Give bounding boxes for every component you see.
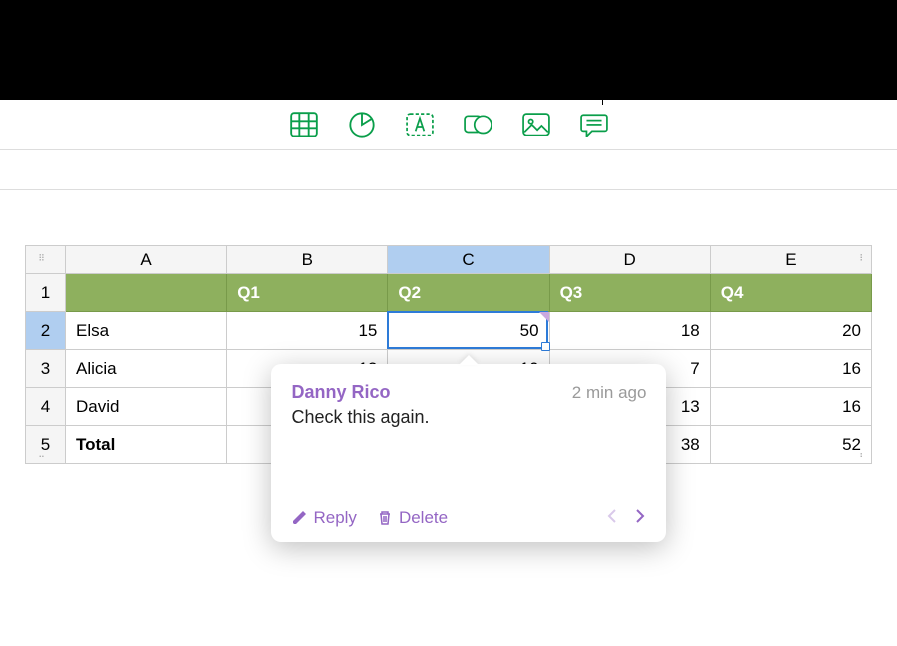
reply-label: Reply <box>313 508 356 528</box>
popup-pointer-icon <box>459 355 479 365</box>
reply-button[interactable]: Reply <box>291 508 356 528</box>
next-comment-button[interactable] <box>634 507 646 530</box>
media-icon[interactable] <box>522 112 550 138</box>
header-cell-B[interactable]: Q1 <box>227 274 388 312</box>
delete-button[interactable]: Delete <box>377 508 448 528</box>
comment-icon[interactable] <box>580 112 608 138</box>
row-num-3[interactable]: 3 <box>26 350 66 388</box>
top-black-region <box>0 0 897 100</box>
cell-B2[interactable]: 15 <box>227 312 388 350</box>
callout-line <box>602 65 603 105</box>
col-letter-B[interactable]: B <box>227 246 388 274</box>
chevron-right-icon <box>634 508 646 524</box>
col-letter-A[interactable]: A <box>66 246 227 274</box>
cell-E2[interactable]: 20 <box>710 312 871 350</box>
cell-C2[interactable]: 50 <box>388 312 549 350</box>
header-cell-A[interactable] <box>66 274 227 312</box>
cell-A4[interactable]: David <box>66 388 227 426</box>
text-icon[interactable] <box>406 112 434 138</box>
col-letter-E[interactable]: E <box>710 246 871 274</box>
row-num-1[interactable]: 1 <box>26 274 66 312</box>
cell-A3[interactable]: Alicia <box>66 350 227 388</box>
column-letters-row: A B C D E <box>26 246 872 274</box>
cell-A5[interactable]: Total <box>66 426 227 464</box>
row-num-2[interactable]: 2 <box>26 312 66 350</box>
comment-author: Danny Rico <box>291 382 390 403</box>
cell-E5[interactable]: 52 <box>710 426 871 464</box>
table-handle-bl[interactable]: ⠒ <box>33 448 51 466</box>
table-handle-tr[interactable]: ⠇ <box>854 249 872 267</box>
cell-D2[interactable]: 18 <box>549 312 710 350</box>
prev-comment-button[interactable] <box>606 507 618 530</box>
row-num-4[interactable]: 4 <box>26 388 66 426</box>
pencil-icon <box>291 510 307 526</box>
cell-A2[interactable]: Elsa <box>66 312 227 350</box>
cell-value: 50 <box>520 321 539 340</box>
table-icon[interactable] <box>290 112 318 138</box>
shape-icon[interactable] <box>464 112 492 138</box>
comment-text: Check this again. <box>291 407 646 497</box>
header-cell-D[interactable]: Q3 <box>549 274 710 312</box>
cell-E3[interactable]: 16 <box>710 350 871 388</box>
chart-icon[interactable] <box>348 112 376 138</box>
header-cell-C[interactable]: Q2 <box>388 274 549 312</box>
comment-popup: Danny Rico 2 min ago Check this again. R… <box>271 364 666 542</box>
toolbar <box>0 100 897 150</box>
cell-E4[interactable]: 16 <box>710 388 871 426</box>
header-row: 1 Q1 Q2 Q3 Q4 <box>26 274 872 312</box>
table-row: 2 Elsa 15 50 18 20 <box>26 312 872 350</box>
chevron-left-icon <box>606 508 618 524</box>
comment-timestamp: 2 min ago <box>572 383 647 403</box>
table-handle-tl[interactable]: ⠿ <box>33 249 51 267</box>
col-letter-D[interactable]: D <box>549 246 710 274</box>
formula-bar-area <box>0 150 897 190</box>
header-cell-E[interactable]: Q4 <box>710 274 871 312</box>
trash-icon <box>377 510 393 526</box>
delete-label: Delete <box>399 508 448 528</box>
table-handle-br[interactable]: ⠃ <box>854 448 872 466</box>
comment-indicator-icon[interactable] <box>539 312 549 322</box>
col-letter-C[interactable]: C <box>388 246 549 274</box>
